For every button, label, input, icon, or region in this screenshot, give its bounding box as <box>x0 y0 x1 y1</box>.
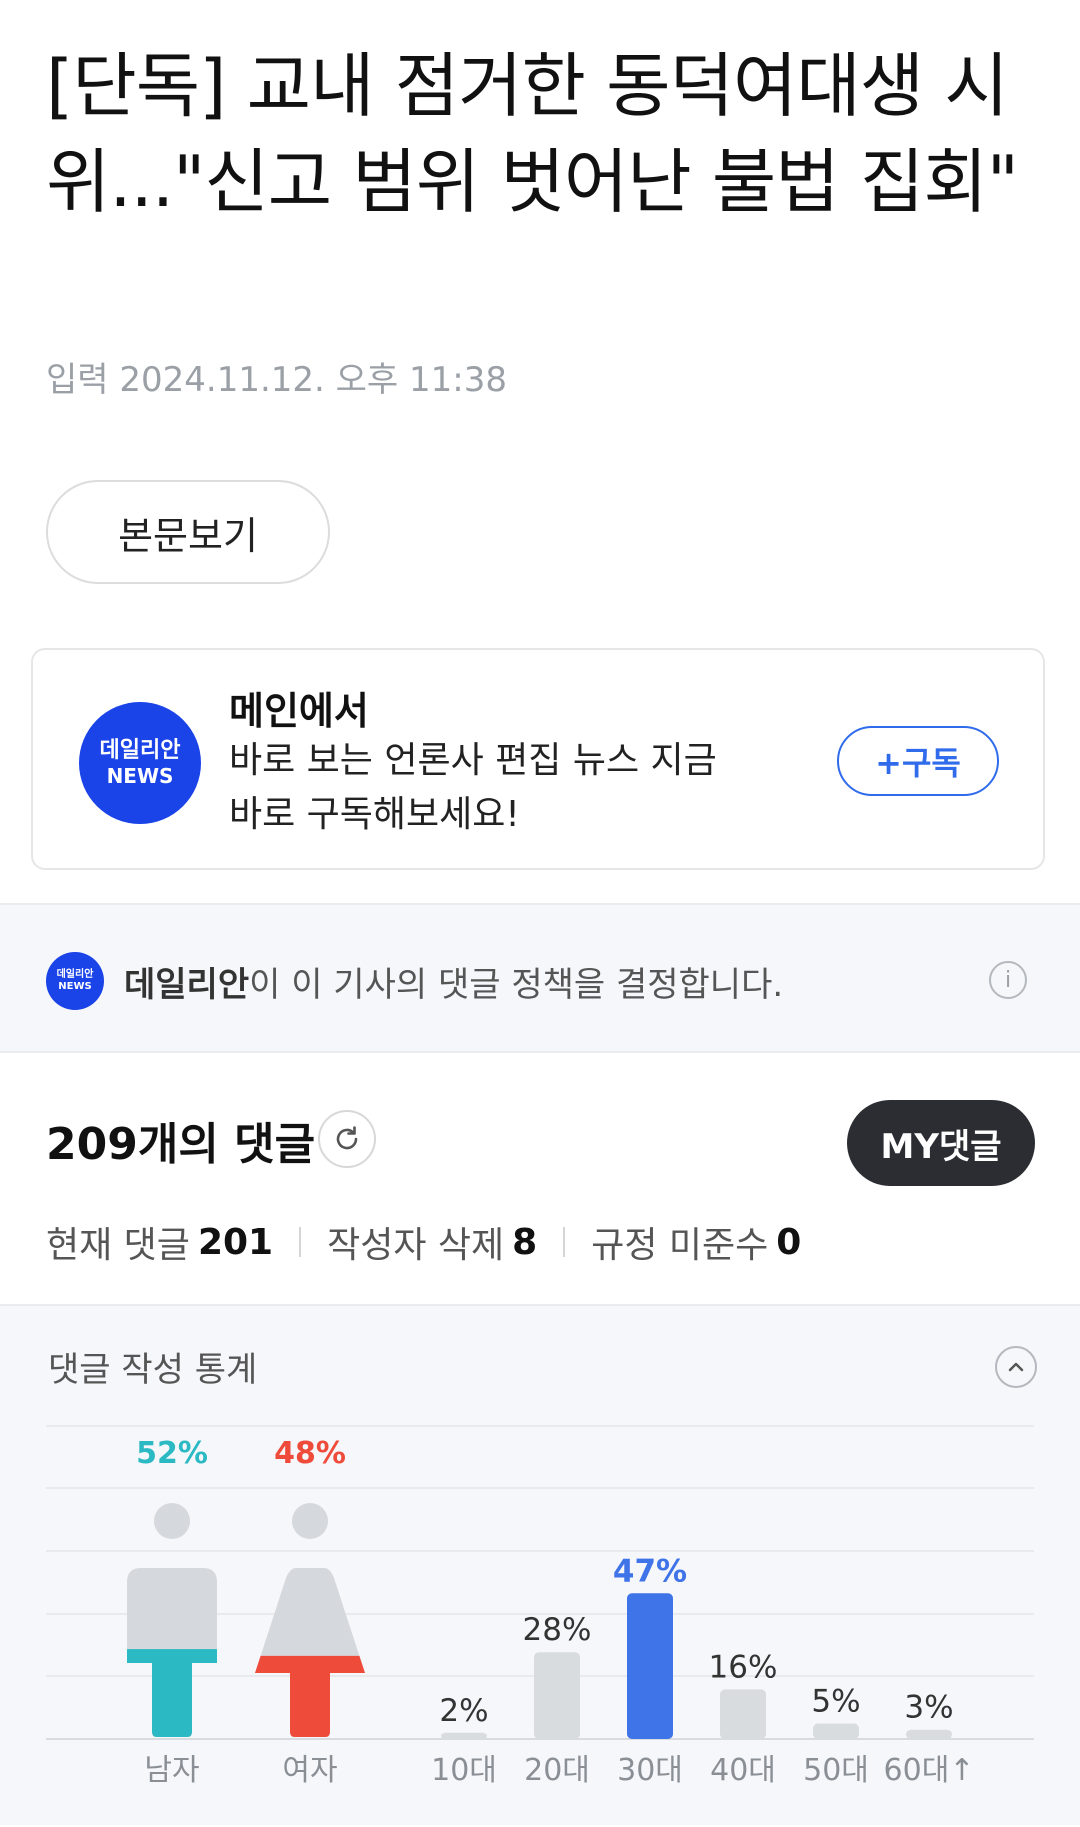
comment-statistics-panel: 댓글 작성 통계 52% 남자 48% 여자 2% 10대 28% 20대 47% 30대 16% 4… <box>0 1304 1080 1825</box>
publisher-logo-line1: 데일리안 <box>99 738 181 763</box>
age-category-label: 40대 <box>710 1753 776 1788</box>
age-percent-label: 3% <box>904 1690 953 1726</box>
comment-policy-text: 데일리안이 이 기사의 댓글 정책을 결정합니다. <box>124 957 783 1006</box>
refresh-icon[interactable] <box>318 1110 376 1168</box>
age-category-label: 60대↑ <box>884 1753 975 1788</box>
age-bar <box>534 1652 580 1739</box>
stat-deleted-value: 8 <box>512 1221 538 1263</box>
statistics-chart: 52% 남자 48% 여자 2% 10대 28% 20대 47% 30대 16% 40대 5% 50대 3%… <box>46 1425 1034 1788</box>
age-percent-label: 2% <box>439 1693 488 1729</box>
publisher-logo-small-line1: 데일리안 <box>56 969 94 980</box>
gender-percent-label: 48% <box>274 1436 346 1471</box>
subscribe-button[interactable]: +구독 <box>837 726 999 796</box>
gender-head-icon <box>154 1503 190 1539</box>
stat-divider <box>299 1227 302 1257</box>
age-bar <box>813 1723 859 1739</box>
my-comments-button[interactable]: MY댓글 <box>847 1100 1035 1186</box>
stat-deleted-label: 작성자 삭제 <box>327 1225 505 1266</box>
subscribe-description: 바로 보는 언론사 편집 뉴스 지금 바로 구독해보세요! <box>229 740 717 835</box>
stat-violation-value: 0 <box>776 1221 802 1263</box>
comment-policy-bar: 데일리안 NEWS 데일리안이 이 기사의 댓글 정책을 결정합니다. i <box>0 903 1080 1053</box>
policy-sentence: 이 이 기사의 댓글 정책을 결정합니다. <box>249 965 784 1005</box>
gender-head-icon <box>292 1503 328 1539</box>
comment-stats: 현재 댓글 201 작성자 삭제 8 규정 미준수 0 <box>46 1216 801 1268</box>
age-percent-label: 16% <box>709 1649 778 1685</box>
stat-violation-label: 규정 미준수 <box>591 1225 769 1266</box>
age-category-label: 30대 <box>617 1753 683 1788</box>
policy-publisher[interactable]: 데일리안 <box>124 965 249 1005</box>
gender-category-label: 남자 <box>144 1753 199 1788</box>
age-percent-label: 28% <box>523 1612 592 1648</box>
publisher-logo-small: 데일리안 NEWS <box>46 952 104 1010</box>
subscribe-title: 메인에서 <box>229 689 369 733</box>
view-body-button[interactable]: 본문보기 <box>46 480 330 584</box>
age-category-label: 50대 <box>803 1753 869 1788</box>
stat-divider <box>563 1227 566 1257</box>
article-byline: 입력 2024.11.12. 오후 11:38 <box>46 360 508 400</box>
stat-current-value: 201 <box>197 1221 274 1263</box>
age-percent-label: 47% <box>613 1553 687 1589</box>
publisher-logo[interactable]: 데일리안 NEWS <box>79 702 201 824</box>
age-category-label: 20대 <box>524 1753 590 1788</box>
comment-count: 209개의 댓글 <box>46 1119 316 1170</box>
age-bar <box>906 1729 952 1739</box>
age-bar <box>441 1732 487 1739</box>
age-category-label: 10대 <box>431 1753 497 1788</box>
gender-category-label: 여자 <box>282 1753 337 1788</box>
refresh-icon-glyph <box>336 1126 358 1150</box>
article-title: [단독] 교내 점거한 동덕여대생 시위..."신고 범위 벗어난 불법 집회" <box>46 45 1019 223</box>
info-icon[interactable]: i <box>989 961 1027 999</box>
stat-current-label: 현재 댓글 <box>46 1225 190 1266</box>
publisher-logo-small-line2: NEWS <box>58 981 92 992</box>
subscribe-card: 데일리안 NEWS 메인에서 바로 보는 언론사 편집 뉴스 지금 바로 구독해… <box>31 648 1045 870</box>
age-bar <box>627 1593 673 1739</box>
publisher-logo-line2: NEWS <box>106 764 174 788</box>
age-percent-label: 5% <box>811 1684 860 1720</box>
age-bar <box>720 1689 766 1739</box>
gender-percent-label: 52% <box>136 1436 208 1471</box>
